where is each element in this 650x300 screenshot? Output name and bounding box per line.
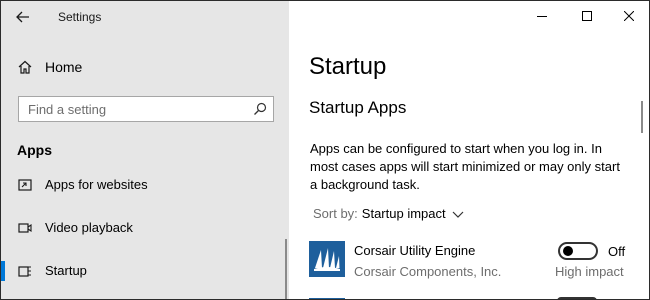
nav-home-label: Home <box>45 59 83 75</box>
sidebar-scrollbar[interactable] <box>285 239 287 299</box>
minimize-button[interactable] <box>522 1 562 31</box>
search-placeholder: Find a setting <box>28 102 107 117</box>
window-title: Settings <box>58 10 102 24</box>
maximize-icon <box>582 11 592 21</box>
close-button[interactable] <box>609 1 649 31</box>
sidebar-item-label: Video playback <box>45 220 133 235</box>
search-input[interactable]: Find a setting <box>18 96 274 122</box>
sidebar-item-apps-for-websites[interactable]: Apps for websites <box>1 169 289 201</box>
maximize-button[interactable] <box>567 1 607 31</box>
title-bar: Settings <box>1 1 289 33</box>
section-header-apps: Apps <box>17 142 52 158</box>
app-publisher: Corsair Components, Inc. <box>354 264 502 279</box>
chevron-down-icon <box>452 211 464 218</box>
app-name: Corsair Utility Engine <box>354 243 476 258</box>
toggle-knob <box>563 246 573 256</box>
startup-icon <box>18 266 31 277</box>
search-icon[interactable] <box>253 102 267 116</box>
open-in-window-icon <box>18 179 32 191</box>
sidebar-item-startup[interactable]: Startup <box>1 255 289 287</box>
settings-window: Settings Home Find a setting Apps Apps f… <box>0 0 650 300</box>
back-button[interactable] <box>11 5 35 29</box>
toggle-state-label: Off <box>608 244 626 259</box>
sidebar-item-video-playback[interactable]: Video playback <box>1 212 289 244</box>
section-title: Startup Apps <box>309 98 407 117</box>
main-scrollbar[interactable] <box>641 101 643 133</box>
sort-by-value: Startup impact <box>361 206 446 221</box>
minimize-icon <box>537 16 547 17</box>
startup-app-row: Corsair Utility Engine Corsair Component… <box>309 239 639 287</box>
main-content: Startup Startup Apps Apps can be configu… <box>289 1 649 299</box>
corsair-logo-icon <box>309 241 345 277</box>
startup-toggle[interactable] <box>558 242 598 260</box>
sort-by-dropdown[interactable]: Sort by: Startup impact <box>313 206 464 221</box>
startup-impact: High impact <box>555 264 624 279</box>
sidebar: Settings Home Find a setting Apps Apps f… <box>1 1 289 299</box>
close-icon <box>624 11 634 21</box>
sort-by-label: Sort by: <box>313 206 358 221</box>
home-icon <box>18 60 32 74</box>
video-icon <box>18 223 32 233</box>
nav-home[interactable]: Home <box>1 53 289 81</box>
sidebar-item-label: Apps for websites <box>45 177 148 192</box>
description-text: Apps can be configured to start when you… <box>310 141 620 192</box>
page-title: Startup <box>309 53 387 80</box>
sidebar-item-label: Startup <box>45 263 87 278</box>
back-arrow-icon <box>16 11 29 23</box>
